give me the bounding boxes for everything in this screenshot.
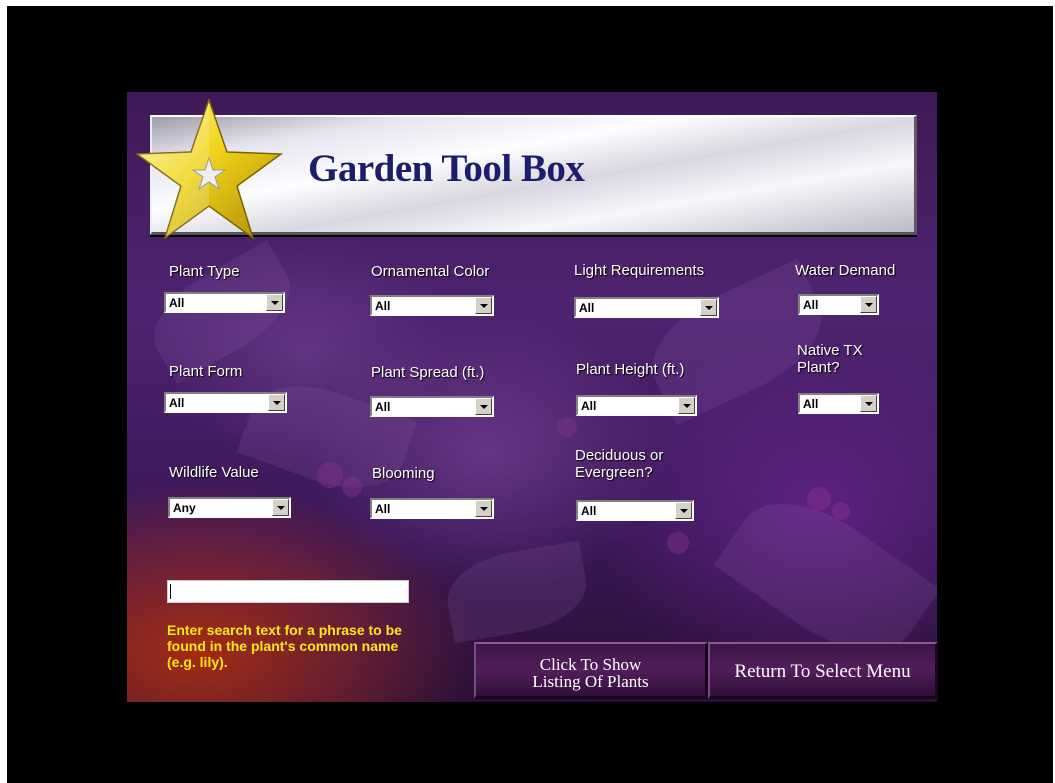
ornamental-color-select[interactable]: All: [370, 295, 494, 316]
return-menu-label: Return To Select Menu: [734, 661, 911, 682]
ornamental-color-label: Ornamental Color: [371, 263, 490, 280]
chevron-down-icon[interactable]: [860, 296, 877, 313]
chevron-down-icon[interactable]: [475, 500, 492, 517]
search-hint: Enter search text for a phrase to be fou…: [167, 622, 402, 670]
wildlife-value-label: Wildlife Value: [169, 464, 259, 481]
deciduous-evergreen-select[interactable]: All: [576, 500, 694, 521]
chevron-down-icon[interactable]: [860, 395, 877, 412]
plant-form-label: Plant Form: [169, 363, 243, 380]
light-requirements-label: Light Requirements: [574, 262, 705, 279]
chevron-down-icon[interactable]: [700, 299, 717, 316]
blooming-label: Blooming: [372, 465, 435, 482]
chevron-down-icon[interactable]: [475, 297, 492, 314]
chevron-down-icon[interactable]: [266, 294, 283, 311]
light-requirements-select[interactable]: All: [574, 297, 719, 318]
plant-height-label: Plant Height (ft.): [576, 361, 685, 378]
star-icon: [135, 98, 283, 240]
blooming-select[interactable]: All: [370, 498, 494, 519]
native-tx-value: All: [803, 397, 819, 411]
chevron-down-icon[interactable]: [675, 502, 692, 519]
chevron-down-icon[interactable]: [272, 499, 289, 516]
water-demand-value: All: [803, 298, 819, 312]
blooming-value: All: [375, 502, 391, 516]
water-demand-label: Water Demand: [795, 262, 896, 279]
show-listing-button[interactable]: Click To Show Listing Of Plants: [474, 642, 708, 699]
plant-form-select[interactable]: All: [164, 392, 287, 413]
show-listing-line2: Listing Of Plants: [532, 672, 649, 691]
water-demand-select[interactable]: All: [798, 294, 879, 315]
background-berry: [557, 417, 577, 437]
plant-spread-label: Plant Spread (ft.): [371, 364, 485, 381]
light-requirements-value: All: [579, 301, 595, 315]
plant-height-select[interactable]: All: [576, 395, 697, 416]
page-title: Garden Tool Box: [308, 147, 585, 190]
background-berry: [807, 487, 831, 511]
background-berry: [317, 462, 343, 488]
background-berry: [342, 477, 362, 497]
plant-form-value: All: [169, 396, 185, 410]
native-tx-select[interactable]: All: [798, 393, 879, 414]
native-tx-label: Native TX Plant?: [797, 342, 863, 376]
wildlife-value-select[interactable]: Any: [168, 497, 291, 518]
search-input[interactable]: [167, 580, 409, 603]
show-listing-line1: Click To Show: [539, 655, 642, 674]
plant-type-select[interactable]: All: [164, 292, 285, 313]
plant-spread-value: All: [375, 400, 391, 414]
return-menu-button[interactable]: Return To Select Menu: [708, 642, 938, 699]
wildlife-value-value: Any: [173, 501, 196, 515]
background-berry: [832, 502, 850, 520]
deciduous-evergreen-value: All: [581, 504, 597, 518]
deciduous-evergreen-label: Deciduous or Evergreen?: [575, 447, 664, 481]
background-leaf: [441, 540, 593, 644]
background-berry: [667, 532, 689, 554]
text-caret: [170, 584, 171, 599]
plant-type-value: All: [169, 296, 185, 310]
plant-spread-select[interactable]: All: [370, 396, 494, 417]
plant-type-label: Plant Type: [169, 263, 240, 280]
chevron-down-icon[interactable]: [268, 394, 285, 411]
ornamental-color-value: All: [375, 299, 391, 313]
chevron-down-icon[interactable]: [475, 398, 492, 415]
plant-height-value: All: [581, 399, 597, 413]
chevron-down-icon[interactable]: [678, 397, 695, 414]
